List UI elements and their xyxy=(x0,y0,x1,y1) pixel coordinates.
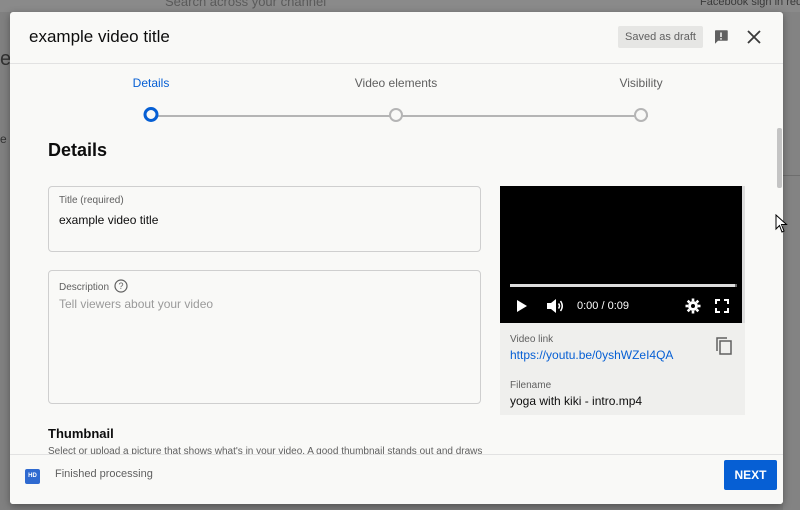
title-field-value[interactable]: example video title xyxy=(59,213,158,227)
video-player[interactable]: 0:00 / 0:09 xyxy=(500,186,745,323)
volume-icon[interactable] xyxy=(546,298,564,314)
filename-label: Filename xyxy=(510,380,552,391)
title-field[interactable]: Title (required) example video title xyxy=(48,186,481,252)
step-visibility-dot[interactable] xyxy=(634,108,648,122)
gear-icon[interactable] xyxy=(685,298,701,314)
step-visibility-label[interactable]: Visibility xyxy=(619,76,662,90)
title-field-label: Title (required) xyxy=(59,195,124,206)
help-icon[interactable]: ? xyxy=(114,279,128,296)
video-progress-bar[interactable] xyxy=(510,284,737,287)
svg-text:?: ? xyxy=(119,281,124,291)
step-details-dot[interactable] xyxy=(143,107,159,122)
step-details-label[interactable]: Details xyxy=(133,76,170,90)
section-title: Details xyxy=(48,140,108,160)
step-video-elements-dot[interactable] xyxy=(389,108,403,122)
description-field-placeholder[interactable]: Tell viewers about your video xyxy=(59,297,213,311)
next-button[interactable]: NEXT xyxy=(724,460,777,490)
stepper-track xyxy=(158,115,648,117)
video-preview-card: 0:00 / 0:09 Video link https://youtu.be/… xyxy=(500,186,745,415)
description-field-label-row: Description ? xyxy=(59,279,128,296)
close-icon[interactable] xyxy=(743,26,765,48)
dialog-footer: HD Finished processing NEXT xyxy=(10,454,783,504)
video-progress-fill xyxy=(510,284,735,287)
hd-badge: HD xyxy=(25,469,40,484)
dialog-content: Details Title (required) example video t… xyxy=(10,124,783,454)
draft-status-badge: Saved as draft xyxy=(618,26,703,48)
background-divider xyxy=(783,175,800,176)
description-field-label: Description xyxy=(59,282,110,293)
dialog-header: example video title Saved as draft xyxy=(10,12,783,64)
description-field[interactable]: Description ? Tell viewers about your vi… xyxy=(48,270,481,404)
dialog-title: example video title xyxy=(29,27,170,46)
processing-status: Finished processing xyxy=(55,468,153,480)
copy-icon[interactable] xyxy=(714,336,734,356)
filename: yoga with kiki - intro.mp4 xyxy=(510,394,643,408)
content-scrollbar-track[interactable] xyxy=(776,64,783,454)
upload-stepper: Details Video elements Visibility xyxy=(10,64,783,124)
background-right-strip xyxy=(783,12,800,510)
play-icon[interactable] xyxy=(516,298,528,314)
background-search-text: Search across your channel xyxy=(165,0,327,9)
video-link[interactable]: https://youtu.be/0yshWZeI4QA xyxy=(510,348,673,362)
content-scrollbar-thumb[interactable] xyxy=(777,128,782,188)
background-topbar: Search across your channel Facebook sign… xyxy=(0,0,800,12)
background-left-strip xyxy=(0,12,10,510)
background-notice-text: Facebook sign in required, xyxy=(700,0,800,8)
upload-dialog: example video title Saved as draft Detai… xyxy=(10,12,783,504)
step-video-elements-label[interactable]: Video elements xyxy=(355,76,438,90)
background-glyph: e xyxy=(0,132,7,146)
feedback-icon[interactable] xyxy=(710,26,732,48)
video-edge xyxy=(742,186,745,323)
fullscreen-icon[interactable] xyxy=(715,298,729,314)
video-link-label: Video link xyxy=(510,334,554,345)
thumbnail-title: Thumbnail xyxy=(48,426,114,441)
mouse-cursor-icon xyxy=(775,213,789,234)
video-time: 0:00 / 0:09 xyxy=(577,300,629,312)
thumbnail-description: Select or upload a picture that shows wh… xyxy=(48,446,483,454)
